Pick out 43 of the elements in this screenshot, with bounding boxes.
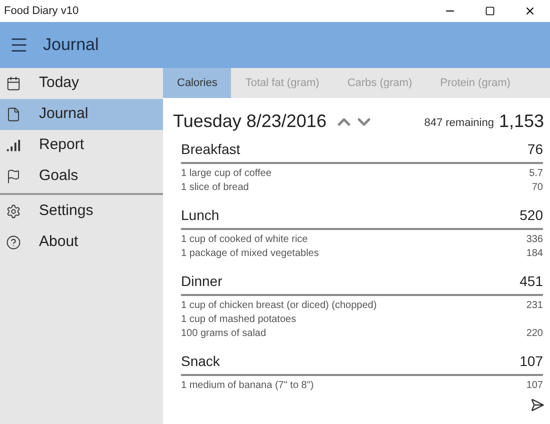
food-item: 1 cup of cooked of white rice: [181, 232, 308, 246]
food-value: 336: [526, 232, 543, 246]
food-value: 184: [526, 246, 543, 260]
meal-title: Lunch: [181, 206, 220, 225]
tab[interactable]: Calories: [163, 68, 232, 98]
food-value: 107: [526, 378, 543, 392]
remaining-text: 847 remaining: [424, 116, 494, 132]
meal-total: 107: [520, 352, 543, 371]
date-title: Tuesday 8/23/2016: [173, 110, 326, 133]
food-item: 1 slice of bread: [181, 180, 249, 194]
nav-item[interactable]: About: [0, 227, 163, 258]
bar-chart-icon: [6, 138, 21, 153]
meal-total: 520: [520, 206, 543, 225]
window-title: Food Diary v10: [4, 4, 79, 19]
food-item: 1 medium of banana (7" to 8"): [181, 378, 314, 392]
nav-item[interactable]: Goals: [0, 161, 163, 192]
meal-total: 76: [527, 140, 543, 159]
meal-title: Snack: [181, 352, 220, 371]
food-value: 220: [526, 326, 543, 340]
settings-icon: [6, 204, 21, 219]
food-item: 1 cup of mashed potatoes: [181, 312, 296, 326]
meal-total: 451: [520, 272, 543, 291]
food-value: 231: [526, 298, 543, 312]
nav-item[interactable]: Today: [0, 68, 163, 99]
food-item: 1 package of mixed vegetables: [181, 246, 319, 260]
maximize-icon: [485, 6, 495, 16]
page-title: Journal: [43, 34, 99, 56]
nav-item[interactable]: Report: [0, 130, 163, 161]
calendar-icon: [6, 76, 21, 91]
nav-item[interactable]: Settings: [0, 196, 163, 227]
document-icon: [6, 107, 21, 122]
meal-title: Breakfast: [181, 140, 240, 159]
nav-item[interactable]: Journal: [0, 99, 163, 130]
food-item: 100 grams of salad: [181, 326, 266, 340]
total-calories: 1,153: [498, 110, 544, 133]
food-value: 5.7: [529, 166, 543, 180]
food-value: 70: [532, 180, 543, 194]
meal-title: Dinner: [181, 272, 222, 291]
food-item: 1 cup of chicken breast (or diced) (chopped): [181, 298, 377, 312]
flag-icon: [6, 169, 21, 184]
close-icon: [524, 5, 536, 17]
food-item: 1 large cup of coffee: [181, 166, 272, 180]
help-icon: [6, 235, 21, 250]
